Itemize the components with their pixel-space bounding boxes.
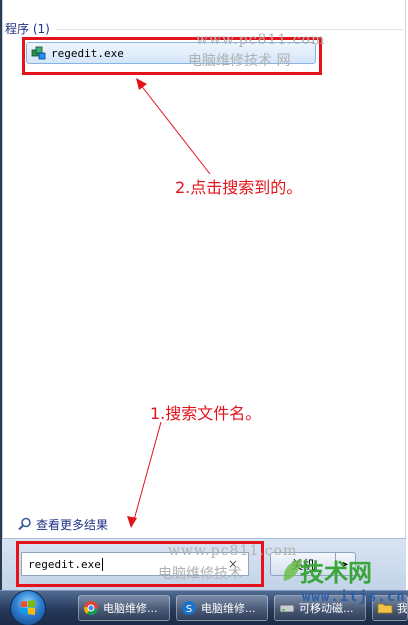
search-icon xyxy=(18,517,32,531)
watermark-site-url-bottom: www.pc811.com xyxy=(168,543,298,559)
watermark-site-name: 电脑维修技术 网 xyxy=(188,53,291,69)
taskbar-item-label: 电脑维修... xyxy=(103,602,158,615)
site-logo-url: www.itjs.cn xyxy=(302,589,406,605)
watermark-site-name-bottom: 电脑维修技术 xyxy=(158,566,242,582)
sogou-browser-icon: S xyxy=(181,600,197,616)
chrome-icon xyxy=(83,600,99,616)
taskbar-item-label: 电脑维修... xyxy=(201,602,256,615)
svg-text:S: S xyxy=(186,604,192,615)
start-button[interactable] xyxy=(10,590,46,625)
annotation-step-2: 2.点击搜索到的。 xyxy=(175,178,303,197)
site-logo-watermark: 技术网 www.itjs.cn xyxy=(280,553,408,613)
taskbar-item-sogou[interactable]: S 电脑维修... xyxy=(176,595,268,621)
site-logo-text: 技术网 xyxy=(300,559,372,587)
annotation-arrow-1 xyxy=(127,421,162,528)
windows-logo-icon xyxy=(21,600,35,615)
annotation-arrow-2 xyxy=(136,78,211,175)
programs-section-title: 程序 (1) xyxy=(5,21,50,36)
see-more-results-link[interactable]: 查看更多结果 xyxy=(18,515,108,533)
taskbar-item-chrome[interactable]: 电脑维修... xyxy=(78,595,170,621)
watermark-site-url: www.pc811.com xyxy=(196,32,326,48)
see-more-results-label: 查看更多结果 xyxy=(36,517,109,532)
section-divider xyxy=(55,28,403,30)
